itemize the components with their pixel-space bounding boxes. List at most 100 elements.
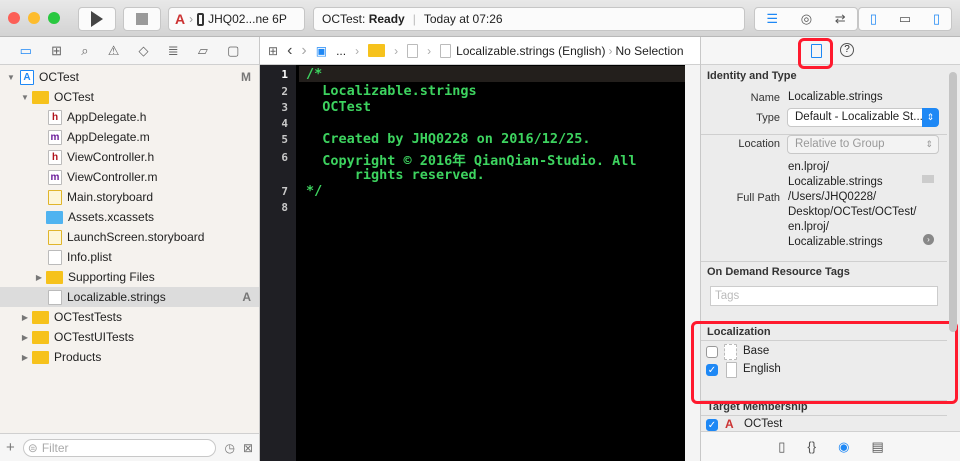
chevron-right-icon: ›	[394, 43, 399, 58]
folder-icon	[32, 90, 49, 104]
inspector-scrollbar[interactable]	[949, 72, 957, 332]
reveal-in-finder-icon[interactable]: ›	[923, 234, 934, 245]
line-number: 5	[281, 133, 288, 146]
related-items-icon[interactable]: ⊞	[268, 44, 278, 58]
tree-item-file[interactable]: m ViewController.m	[0, 167, 259, 187]
location-select[interactable]: Relative to Group ⇕	[787, 135, 939, 154]
file-icon	[440, 43, 452, 58]
jump-selection[interactable]: No Selection	[615, 44, 683, 58]
checkbox[interactable]: ✓	[706, 419, 718, 431]
location-path: en.lproj/Localizable.strings	[788, 161, 883, 188]
tree-item-group[interactable]: ▶ Products	[0, 347, 259, 367]
test-icon[interactable]: ◇	[139, 43, 149, 59]
current-line-highlight	[299, 66, 685, 82]
tree-item-file[interactable]: LaunchScreen.storyboard	[0, 227, 259, 247]
tree-label: OCTest	[39, 70, 80, 84]
status-project: OCTest:	[322, 12, 366, 26]
project-navigator-icon[interactable]: ▭	[20, 43, 32, 59]
tree-item-group[interactable]: ▼ OCTest	[0, 87, 259, 107]
report-icon[interactable]: ▢	[227, 43, 239, 59]
warning-icon[interactable]: ⚠	[108, 43, 120, 59]
tree-item-group[interactable]: ▶ OCTestTests	[0, 307, 259, 327]
media-library-icon[interactable]: ▤	[871, 439, 883, 455]
back-button[interactable]: ‹	[287, 42, 292, 60]
line-number: 1	[281, 68, 288, 81]
type-select[interactable]: Default - Localizable St... ⇕	[787, 108, 939, 127]
code-line: /*	[306, 66, 323, 82]
line-number: 2	[281, 85, 288, 98]
file-icon[interactable]	[407, 43, 419, 58]
navigator-tabs: ▭ ⊞ ⌕ ⚠ ◇ ≣ ▱ ▢	[0, 37, 259, 65]
zoom-window-button[interactable]	[48, 12, 60, 24]
iphone-icon	[197, 12, 205, 26]
field-label: Full Path	[736, 192, 780, 204]
chevron-right-icon: ›	[355, 43, 360, 58]
symbol-navigator-icon[interactable]: ⊞	[51, 43, 62, 59]
tags-input[interactable]: Tags	[710, 286, 938, 306]
tree-label: Products	[54, 350, 102, 364]
jump-project[interactable]: ...	[336, 44, 346, 58]
filter-bar: + ⊜ Filter ◷ ⊠	[0, 433, 259, 461]
toggle-utilities-icon[interactable]: ▯	[933, 11, 940, 27]
tree-label: Localizable.strings	[67, 290, 166, 304]
scm-filter-icon[interactable]: ⊠	[243, 441, 253, 455]
close-window-button[interactable]	[8, 12, 20, 24]
recent-files-icon[interactable]: ◷	[224, 441, 234, 455]
code-line: Created by JHQ0228 on 2016/12/25.	[306, 131, 591, 147]
tree-item-file[interactable]: h AppDelegate.h	[0, 107, 259, 127]
object-library-icon[interactable]: ◉	[838, 439, 849, 455]
popup-arrows-icon: ⇕	[922, 108, 939, 127]
assistant-editor-icon[interactable]: ◎	[801, 11, 812, 27]
stop-button[interactable]	[123, 7, 161, 31]
toggle-navigator-icon[interactable]: ▯	[870, 11, 877, 27]
search-icon[interactable]: ⌕	[81, 43, 88, 59]
status-time: Today at 07:26	[423, 12, 503, 26]
tree-item-file[interactable]: m AppDelegate.m	[0, 127, 259, 147]
filter-icon: ⊜	[27, 440, 38, 455]
standard-editor-icon[interactable]: ☰	[766, 11, 778, 27]
reveal-folder-icon[interactable]	[922, 175, 934, 183]
line-number: 3	[281, 101, 288, 114]
add-icon[interactable]: +	[6, 439, 15, 456]
folder-icon[interactable]	[368, 44, 386, 57]
breakpoint-icon[interactable]: ▱	[198, 43, 208, 59]
source-editor[interactable]: 1 2 3 4 5 6 7 8 /* Localizable.strings O…	[260, 65, 700, 461]
quick-help-icon[interactable]: ?	[840, 43, 854, 57]
tree-item-file[interactable]: Info.plist	[0, 247, 259, 267]
jump-file[interactable]: Localizable.strings (English)	[456, 44, 605, 58]
tree-item-group[interactable]: ▶ OCTestUITests	[0, 327, 259, 347]
tree-label: Assets.xcassets	[68, 210, 155, 224]
tree-item-file[interactable]: h ViewController.h	[0, 147, 259, 167]
file-template-icon[interactable]: ▯	[778, 439, 785, 455]
activity-status: OCTest: Ready | Today at 07:26	[313, 7, 745, 31]
xcode-app-icon: A	[175, 11, 186, 27]
code-snippet-icon[interactable]: {}	[807, 439, 816, 454]
name-value: Localizable.strings	[788, 91, 883, 103]
jump-bar: ⊞ ‹ › ▣ ... › › › Localizable.strings (E…	[260, 37, 700, 65]
folder-icon	[32, 310, 49, 324]
tree-label: ViewController.m	[67, 170, 158, 184]
code-line: rights reserved.	[306, 167, 485, 183]
tree-item-file[interactable]: Assets.xcassets	[0, 207, 259, 227]
code-line: */	[306, 183, 323, 199]
tree-item-file-selected[interactable]: Localizable.strings A	[0, 287, 259, 307]
editor-mode-group: ☰ ◎ ⇄	[754, 7, 858, 31]
toggle-debug-icon[interactable]: ▭	[899, 11, 911, 27]
debug-icon[interactable]: ≣	[168, 43, 179, 59]
field-label: Name	[750, 92, 780, 104]
minimize-window-button[interactable]	[28, 12, 40, 24]
filter-input[interactable]: ⊜ Filter	[22, 438, 217, 457]
implementation-file-icon: m	[48, 169, 62, 185]
type-value: Default - Localizable St...	[795, 111, 923, 123]
storyboard-icon	[48, 189, 62, 205]
tree-item-group[interactable]: ▶ Supporting Files	[0, 267, 259, 287]
tree-item-project[interactable]: ▼ A OCTest M	[0, 67, 259, 87]
version-editor-icon[interactable]: ⇄	[835, 11, 846, 27]
run-button[interactable]	[78, 7, 116, 31]
forward-button[interactable]: ›	[301, 42, 306, 60]
tree-label: AppDelegate.m	[67, 130, 150, 144]
line-number: 6	[281, 151, 288, 164]
scheme-selector[interactable]: A › JHQ02...ne 6P	[168, 7, 305, 31]
tree-label: LaunchScreen.storyboard	[67, 230, 205, 244]
tree-item-file[interactable]: Main.storyboard	[0, 187, 259, 207]
